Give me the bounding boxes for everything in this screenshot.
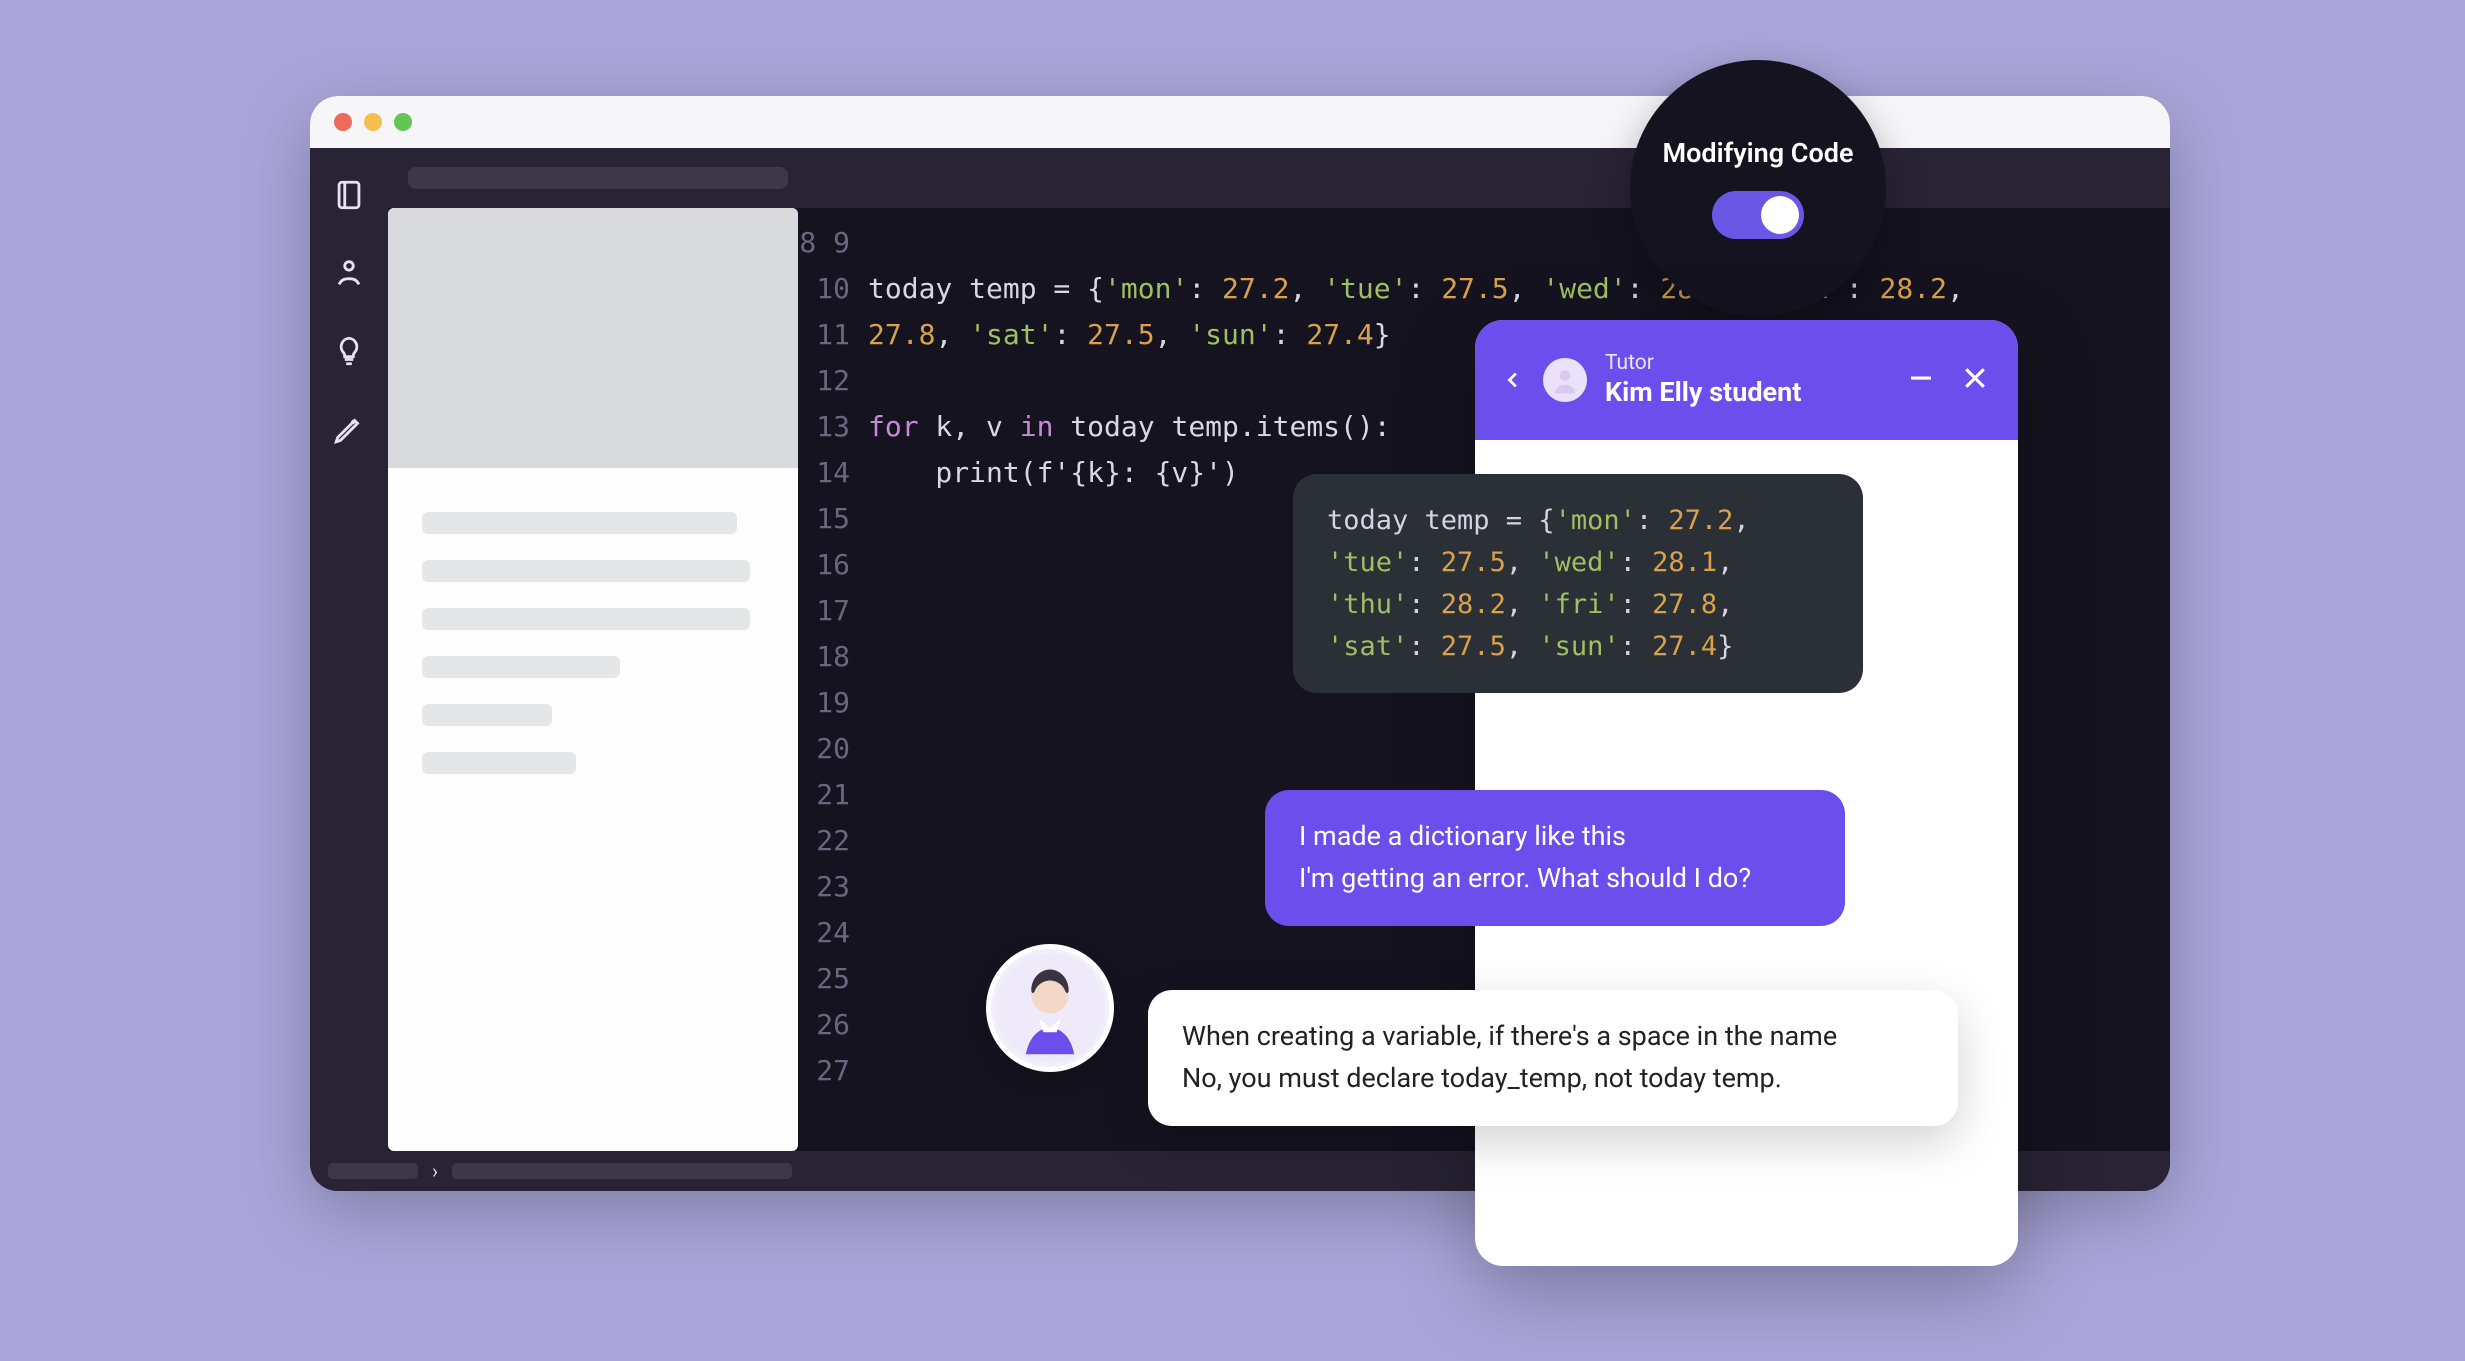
modifying-code-badge: Modifying Code (1630, 60, 1886, 316)
chat-role: Tutor (1605, 350, 1888, 376)
close-chat-button[interactable] (1960, 363, 1990, 397)
file-placeholder (422, 608, 750, 630)
tutor-avatar (986, 944, 1114, 1072)
file-placeholder (422, 752, 576, 774)
minimize-window-button[interactable] (364, 113, 382, 131)
chat-header: Tutor Kim Elly student (1475, 320, 2018, 440)
book-icon[interactable] (330, 176, 368, 214)
file-placeholder (422, 560, 750, 582)
tutor-msg-line: When creating a variable, if there's a s… (1182, 1016, 1924, 1058)
panel-header-placeholder (388, 208, 798, 468)
chat-name: Kim Elly student (1605, 376, 1888, 410)
file-placeholder (422, 656, 620, 678)
tab-strip (388, 148, 2170, 208)
toggle-knob (1761, 196, 1799, 234)
badge-label: Modifying Code (1663, 137, 1854, 169)
status-placeholder (328, 1163, 418, 1179)
titlebar (310, 96, 2170, 148)
user-msg-line: I made a dictionary like this (1299, 816, 1811, 858)
pencil-icon[interactable] (330, 410, 368, 448)
modifying-code-toggle[interactable] (1712, 191, 1804, 239)
close-window-button[interactable] (334, 113, 352, 131)
chat-code-bubble: today temp = {'mon': 27.2, 'tue': 27.5, … (1293, 474, 1863, 693)
chat-tutor-bubble: When creating a variable, if there's a s… (1148, 990, 1958, 1126)
maximize-window-button[interactable] (394, 113, 412, 131)
activity-bar (310, 148, 388, 1151)
line-gutter: 8 9 10 11 12 13 14 15 16 17 18 19 20 21 … (798, 220, 868, 1151)
back-button[interactable] (1503, 369, 1525, 391)
status-placeholder (452, 1163, 792, 1179)
user-msg-line: I'm getting an error. What should I do? (1299, 858, 1811, 900)
tab-placeholder (408, 167, 788, 189)
file-placeholder (422, 512, 737, 534)
chat-avatar (1543, 358, 1587, 402)
file-placeholder (422, 704, 552, 726)
explorer-panel (388, 208, 798, 1151)
tutor-msg-line: No, you must declare today_temp, not tod… (1182, 1058, 1924, 1100)
chat-user-bubble: I made a dictionary like this I'm gettin… (1265, 790, 1845, 926)
breadcrumb-caret-icon: › (432, 1159, 438, 1183)
person-hand-icon[interactable] (330, 254, 368, 292)
minimize-chat-button[interactable] (1906, 363, 1936, 397)
lightbulb-check-icon[interactable] (330, 332, 368, 370)
